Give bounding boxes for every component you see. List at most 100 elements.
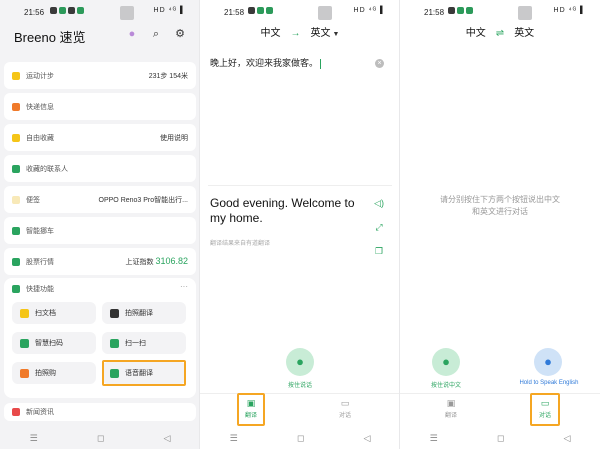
dialogue-icon: ▭ [340,398,350,408]
mic-icon[interactable]: ● [534,348,562,376]
qr-icon [20,338,29,348]
system-nav-bar: ☰ ◻ ◁ [400,427,600,449]
card-label: 快递信息 [26,103,54,111]
shopping-icon [20,368,29,378]
chat-icon [448,7,455,14]
notification-icons [50,7,84,14]
scan-doc-button[interactable]: 扫文档 [12,302,96,324]
gear-icon[interactable]: ⚙ [174,28,186,40]
card-value: OPPO Reno3 Pro智能出行... [98,196,188,204]
button-label: 智慧扫码 [35,340,63,347]
tabbar-divider [200,393,400,394]
menu-icon[interactable]: ☰ [30,433,38,444]
mic-right-label: Hold to Speak English [519,380,579,386]
quick-functions-card: 快捷功能 ··· 扫文档 拍照翻译 智慧扫码 扫一扫 拍照购 语音翻译 [4,278,196,398]
highlight-box [530,393,560,426]
translate-screen: 21:58 HD ⁴ᴳ ▌ 中文 → 英文 ▼ 晚上好，欢迎来我家做客。 × Good… [200,0,400,449]
note-icon [12,195,20,204]
card-parking[interactable]: 智能挪车 [4,217,196,244]
tabbar-divider [400,393,600,394]
usage-link[interactable]: 使用说明 [160,133,188,143]
divider [208,185,392,186]
card-label: 智能挪车 [26,227,54,235]
fullscreen-icon[interactable]: ⤢ [374,222,384,232]
back-icon[interactable]: ◁ [563,433,570,444]
target-language[interactable]: 英文 [311,28,331,39]
tab-dialogue[interactable]: ▭ 对话 [330,398,360,419]
step-icon [12,71,20,80]
close-icon[interactable]: × [375,59,384,68]
photo-translate-button[interactable]: 拍照翻译 [102,302,186,324]
news-icon [12,408,20,416]
caret-down-icon[interactable]: ▼ [333,31,340,38]
smart-scan-button[interactable]: 智慧扫码 [12,332,96,354]
source-language[interactable]: 中文 [261,28,281,39]
translate-icon: ▣ [446,398,456,408]
button-label: 拍照翻译 [125,310,153,317]
copy-icon[interactable]: ❐ [374,246,384,256]
left-language[interactable]: 中文 [466,28,486,39]
right-language[interactable]: 英文 [514,28,534,39]
assistant-icon[interactable]: ● [126,28,138,40]
chart-icon [12,257,20,266]
mic-label: 按住说话 [287,383,312,389]
redacted-block [120,6,134,20]
menu-icon[interactable]: ☰ [430,433,438,444]
system-nav-bar: ☰ ◻ ◁ [200,427,400,449]
card-stocks[interactable]: 股票行情 上证指数 3106.82 [4,248,196,275]
home-icon[interactable]: ◻ [97,433,104,444]
card-value: 上证指数 3106.82 [126,256,189,267]
button-label: 扫文档 [35,310,56,317]
tab-label: 对话 [338,413,351,419]
card-label: 便签 [26,196,40,204]
home-icon[interactable]: ◻ [297,433,304,444]
app-icon [466,7,473,14]
contact-icon [12,164,20,173]
button-label: 拍照购 [35,370,56,377]
tab-translate[interactable]: ▣ 翻译 [436,398,466,419]
camera-icon [110,308,119,318]
back-icon[interactable]: ◁ [163,433,170,444]
text-cursor [320,58,322,69]
menu-icon[interactable]: ☰ [230,433,238,444]
car-icon [12,226,20,235]
card-label: 股票行情 [26,258,54,266]
search-icon[interactable]: ⌕ [150,28,162,40]
status-time: 21:58 [224,8,245,17]
bookmark-icon [12,133,20,142]
highlight-box [102,360,186,386]
scan-button[interactable]: 扫一扫 [102,332,186,354]
quick-title: 快捷功能 [26,286,54,293]
card-value: 231步 154米 [148,72,188,80]
package-icon [12,102,20,111]
source-text[interactable]: 晚上好，欢迎来我家做客。 [210,56,322,69]
app-icon [59,7,66,14]
translation-source-note: 翻译结果来自有道翻译 [210,241,271,247]
mic-left-label: 按住说中文 [430,383,461,389]
mic-icon[interactable]: ● [286,348,314,376]
photo-shop-button[interactable]: 拍照购 [12,362,96,384]
card-collection[interactable]: 自由收藏 使用说明 [4,124,196,151]
notification-icons [448,7,473,14]
card-step-count[interactable]: 运动计步 231步 154米 [4,62,196,89]
card-contacts[interactable]: 收藏的联系人 [4,155,196,182]
index-name: 上证指数 [125,259,154,266]
card-news[interactable]: 新闻资讯 [4,403,196,421]
status-bar: 21:58 HD ⁴ᴳ ▌ [200,0,400,22]
speaker-icon[interactable]: ◁) [374,198,384,208]
card-notes[interactable]: 便签 OPPO Reno3 Pro智能出行... [4,186,196,213]
home-icon[interactable]: ◻ [497,433,504,444]
notification-icons [248,7,273,14]
card-label: 收藏的联系人 [26,165,68,173]
back-icon[interactable]: ◁ [363,433,370,444]
card-express[interactable]: 快递信息 [4,93,196,120]
status-signal: HD ⁴ᴳ ▌ [353,7,386,14]
more-icon[interactable]: ··· [180,282,188,291]
document-icon [20,308,29,318]
app-icon [457,7,464,14]
chat-icon [50,7,57,14]
status-signal: HD ⁴ᴳ ▌ [153,7,186,14]
swap-icon[interactable]: ⇌ [496,28,504,39]
page-title: Breeno 速览 [14,30,86,45]
mic-icon[interactable]: ● [432,348,460,376]
